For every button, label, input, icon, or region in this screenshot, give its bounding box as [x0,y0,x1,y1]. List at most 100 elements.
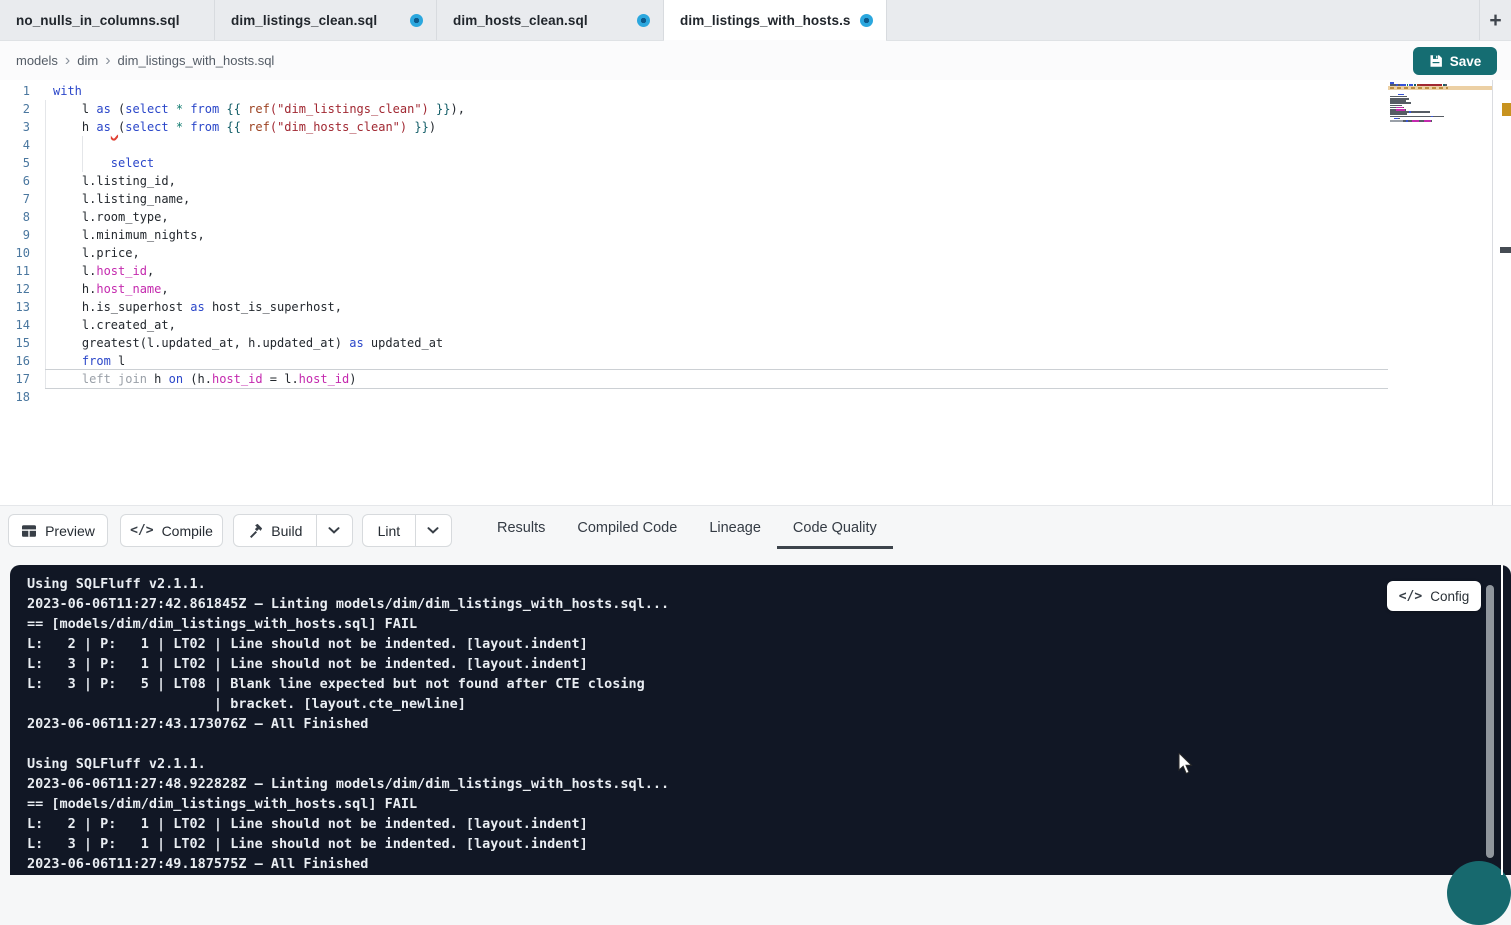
code-line: h.is_superhost as host_is_superhost, [53,298,1381,316]
code-line: l.price, [53,244,1381,262]
terminal-line: Using SQLFluff v2.1.1. [27,754,669,774]
line-number: 14 [0,316,30,334]
chevron-down-icon [328,527,340,534]
plus-icon: + [1489,10,1501,31]
cursor-position-marker [1500,247,1511,253]
code-token: l.room_type, [53,210,169,224]
minimap-seg [1433,116,1444,118]
tab-lineage[interactable]: Lineage [693,506,777,549]
breadcrumb-item-dim_listings_with_hosts.sql[interactable]: dim_listings_with_hosts.sql [118,53,275,68]
tab-dim_listings_clean.sql[interactable]: dim_listings_clean.sql [215,0,437,40]
code-token: ) [349,372,356,386]
code-token: * [176,102,183,116]
line-number: 11 [0,262,30,280]
hammer-icon [247,523,263,539]
chevron-right-icon: › [105,53,110,69]
code-token [169,120,176,134]
config-button[interactable]: </> Config [1387,581,1481,611]
code-token: , [147,264,154,278]
line-number: 12 [0,280,30,298]
action-toolbar: Preview </> Compile Build Lint [0,505,1511,565]
code-token: select [125,120,168,134]
terminal-line: 2023-06-06T11:27:48.922828Z — Linting mo… [27,774,669,794]
chevron-down-icon [427,527,439,534]
code-token: as [96,120,110,134]
tab-dim_hosts_clean.sql[interactable]: dim_hosts_clean.sql [437,0,664,40]
line-number: 7 [0,190,30,208]
code-token: }} [414,120,428,134]
code-token: }} [436,102,450,116]
code-line: select [53,154,1381,172]
code-editor[interactable]: 123456789101112131415161718 with l as (s… [0,80,1511,505]
tab-compiled-code[interactable]: Compiled Code [561,506,693,549]
terminal-line: | bracket. [layout.cte_newline] [27,694,669,714]
tab-no_nulls_in_columns.sql[interactable]: no_nulls_in_columns.sql [0,0,215,40]
breadcrumb-item-models[interactable]: models [16,53,58,68]
lint-label: Lint [378,523,401,539]
build-split-button: Build [233,514,353,547]
minimap-error-band [1388,86,1492,90]
warning-marker [1502,103,1511,116]
chevron-right-icon: › [65,53,70,69]
line-number: 16 [0,352,30,370]
terminal-line: 2023-06-06T11:27:43.173076Z — All Finish… [27,714,669,734]
code-token: with [53,84,82,98]
save-icon [1429,54,1443,68]
code-token: as [96,102,110,116]
indent-guide [45,100,46,388]
build-dropdown-button[interactable] [316,515,352,546]
terminal-line: L: 3 | P: 5 | LT08 | Blank line expected… [27,674,669,694]
minimap[interactable] [1388,82,1492,152]
tab-bar: no_nulls_in_columns.sqldim_listings_clea… [0,0,1511,41]
code-line [53,136,1381,154]
terminal-line: L: 2 | P: 1 | LT02 | Line should not be … [27,814,669,834]
tab-label: dim_hosts_clean.sql [453,13,588,28]
breadcrumb-item-dim[interactable]: dim [77,53,98,68]
code-icon: </> [130,523,153,538]
code-token: from [190,102,219,116]
code-token: {{ [226,102,240,116]
line-number: 15 [0,334,30,352]
code-token: select [111,156,154,170]
code-token: select [125,102,168,116]
config-label: Config [1430,589,1469,604]
lint-dropdown-button[interactable] [415,515,451,546]
terminal-line [27,734,669,754]
code-line: h as (select * from {{ ref("dim_hosts_cl… [53,118,1381,136]
tab-dim_listings_with_hosts.sql[interactable]: dim_listings_with_hosts.sql [664,0,887,40]
line-number: 6 [0,172,30,190]
terminal-line: L: 3 | P: 1 | LT02 | Line should not be … [27,834,669,854]
terminal-output: Using SQLFluff v2.1.1.2023-06-06T11:27:4… [27,574,669,874]
code-token: h. [53,282,96,296]
code-token: host_id [299,372,350,386]
terminal-panel[interactable]: Using SQLFluff v2.1.1.2023-06-06T11:27:4… [10,565,1511,875]
tab-code-quality[interactable]: Code Quality [777,506,893,549]
tab-results[interactable]: Results [481,506,561,549]
code-token [169,102,176,116]
modified-icon [637,14,650,27]
code-token: as [349,336,363,350]
minimap-seg [1424,120,1431,122]
save-button[interactable]: Save [1413,47,1497,75]
modified-icon [860,14,873,27]
code-token: ("dim_hosts_clean") [270,120,407,134]
line-number: 18 [0,388,30,406]
terminal-scrollbar[interactable] [1486,585,1494,858]
new-tab-button[interactable]: + [1479,0,1511,40]
panel-edge-divider [1501,565,1503,875]
build-button[interactable]: Build [234,515,316,546]
modified-icon [410,14,423,27]
preview-button[interactable]: Preview [8,514,108,547]
line-number: 4 [0,136,30,154]
minimap-seg [1431,120,1432,122]
terminal-line: L: 2 | P: 1 | LT02 | Line should not be … [27,634,669,654]
code-icon: </> [1399,589,1422,604]
code-token: greatest(l.updated_at, h.updated_at) [53,336,349,350]
minimap-error-band-text [1390,87,1448,89]
code-token: updated_at [364,336,443,350]
code-line: l.minimum_nights, [53,226,1381,244]
lint-button[interactable]: Lint [363,515,415,546]
terminal-line: Using SQLFluff v2.1.1. [27,574,669,594]
compile-button[interactable]: </> Compile [120,514,223,547]
code-token: ref [248,102,270,116]
